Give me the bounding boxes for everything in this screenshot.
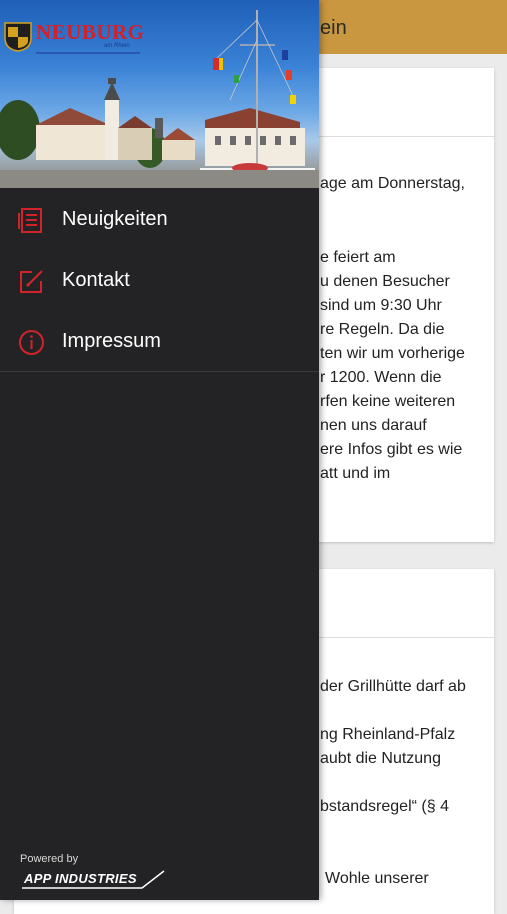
header-image: NEUBURG am Rhein <box>0 0 319 188</box>
newspaper-icon <box>18 208 42 233</box>
card-text-line: r 1200. Wenn die <box>320 369 442 386</box>
menu-item-neuigkeiten[interactable]: Neuigkeiten <box>0 189 319 250</box>
logo-wordmark: NEUBURG <box>36 20 145 44</box>
info-icon <box>19 330 44 355</box>
menu-item-label: Kontakt <box>62 269 130 291</box>
card-text-line: u denen Besucher <box>320 273 450 290</box>
brand-name: APP INDUSTRIES <box>24 871 137 886</box>
card-text-line: ten wir um vorherige <box>320 345 465 362</box>
card-text-line: e feiert am <box>320 249 396 266</box>
logo-suffix: am Rhein <box>104 43 130 49</box>
card-text-line: rfen keine weiteren <box>320 393 456 410</box>
coat-of-arms-icon <box>4 22 32 52</box>
menu-item-label: Neuigkeiten <box>62 208 168 230</box>
edit-icon <box>20 270 43 293</box>
navigation-drawer: NEUBURG am Rhein Neuigkeiten Kontakt Imp… <box>0 0 319 900</box>
card-text-line: aubt die Nutzung <box>320 750 441 767</box>
card-text-line: sind um 9:30 Uhr <box>320 297 442 314</box>
menu-item-kontakt[interactable]: Kontakt <box>0 250 319 311</box>
card-text-line: bstandsregel“ (§ 4 <box>320 798 449 815</box>
card-text-line: der Grillhütte darf ab <box>320 678 466 695</box>
card-text-line: Wohle unserer <box>325 870 429 887</box>
card-text-line: att und im <box>320 465 391 482</box>
card-text-line: age am Donnerstag, <box>320 175 465 192</box>
app-industries-logo[interactable]: APP INDUSTRIES <box>22 868 167 890</box>
logo-underline <box>36 52 140 54</box>
card-text-line: ng Rheinland-Pfalz <box>320 726 456 743</box>
card-text-line: nen uns darauf <box>320 417 427 434</box>
drawer-menu: Neuigkeiten Kontakt Impressum <box>0 188 319 372</box>
powered-by-label: Powered by <box>20 853 79 865</box>
card-text-line: ere Infos gibt es wie <box>320 441 463 458</box>
card-text-line: re Regeln. Da die <box>320 321 445 338</box>
town-logo: NEUBURG am Rhein <box>4 18 144 58</box>
menu-item-impressum[interactable]: Impressum <box>0 311 319 372</box>
menu-item-label: Impressum <box>62 330 161 352</box>
app-title: ein <box>320 17 347 39</box>
